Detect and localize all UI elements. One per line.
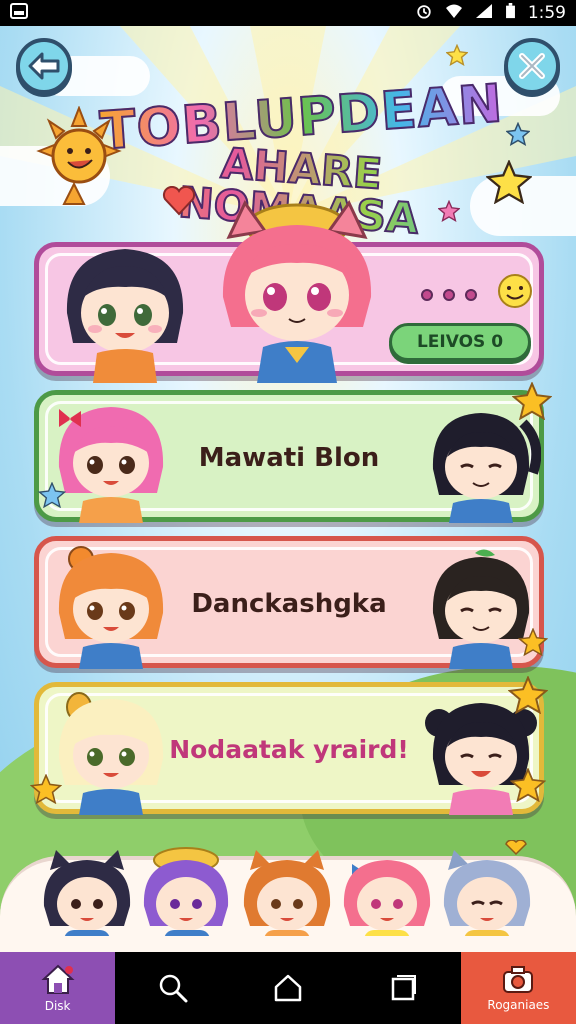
character-roster bbox=[0, 840, 576, 952]
nav-gallery-tab[interactable]: Roganiaes bbox=[460, 952, 576, 1024]
star-icon bbox=[38, 482, 66, 508]
back-button[interactable] bbox=[16, 38, 72, 94]
roster-character-5 bbox=[443, 840, 531, 936]
wifi-icon bbox=[445, 3, 463, 24]
star-icon bbox=[510, 768, 546, 802]
close-icon bbox=[519, 53, 545, 79]
page-indicator bbox=[421, 289, 477, 301]
nav-search-button[interactable] bbox=[115, 952, 230, 1024]
camera-icon bbox=[503, 966, 534, 993]
chibi-character-black-hair bbox=[66, 249, 184, 383]
character-card-2[interactable]: Mawati Blon bbox=[34, 390, 544, 523]
star-icon bbox=[486, 160, 532, 204]
notification-icon bbox=[10, 2, 28, 24]
smiley-sun-icon bbox=[498, 274, 532, 308]
search-icon bbox=[159, 974, 188, 1003]
game-stage: TOBLUPDEAN AHARE NOMAASA bbox=[0, 26, 576, 952]
roster-character-2 bbox=[143, 847, 229, 936]
star-icon bbox=[518, 628, 548, 656]
character-card-1[interactable]: LEIVOS 0 bbox=[34, 200, 544, 383]
levels-button[interactable]: LEIVOS 0 bbox=[389, 323, 531, 361]
roster-character-4 bbox=[343, 860, 431, 936]
star-icon bbox=[512, 382, 552, 420]
nav-home-tab[interactable]: Disk bbox=[0, 952, 116, 1024]
close-button[interactable] bbox=[504, 38, 560, 94]
nav-home-button[interactable] bbox=[230, 952, 345, 1024]
back-arrow-icon bbox=[28, 52, 60, 80]
star-icon bbox=[446, 44, 468, 66]
home-icon bbox=[41, 964, 75, 994]
status-time: 1:59 bbox=[527, 3, 566, 23]
home-outline-icon bbox=[274, 974, 302, 1002]
nav-home-label: Disk bbox=[44, 999, 71, 1013]
bottom-nav: Disk Roganiaes bbox=[0, 952, 576, 1024]
character-card-3[interactable]: Danckashgka bbox=[34, 536, 544, 669]
heart-icon bbox=[162, 186, 196, 216]
star-icon bbox=[508, 676, 548, 714]
status-bar: 1:59 bbox=[0, 0, 576, 26]
recents-icon bbox=[391, 975, 417, 1001]
signal-icon bbox=[475, 3, 493, 24]
chibi-character-ponytail bbox=[432, 413, 541, 523]
character-card-4[interactable]: Nodaatak yraird! bbox=[34, 682, 544, 815]
star-icon bbox=[506, 122, 530, 146]
battery-icon bbox=[505, 2, 516, 24]
roster-characters bbox=[43, 840, 531, 936]
nav-recents-button[interactable] bbox=[346, 952, 461, 1024]
nav-gallery-label: Roganiaes bbox=[487, 998, 550, 1012]
roster-character-1 bbox=[43, 850, 131, 936]
chibi-character-pink-cat-ears bbox=[222, 200, 372, 383]
star-icon bbox=[438, 200, 460, 222]
roster-character-3 bbox=[243, 850, 331, 936]
alarm-icon bbox=[415, 3, 433, 24]
star-icon bbox=[30, 774, 62, 804]
